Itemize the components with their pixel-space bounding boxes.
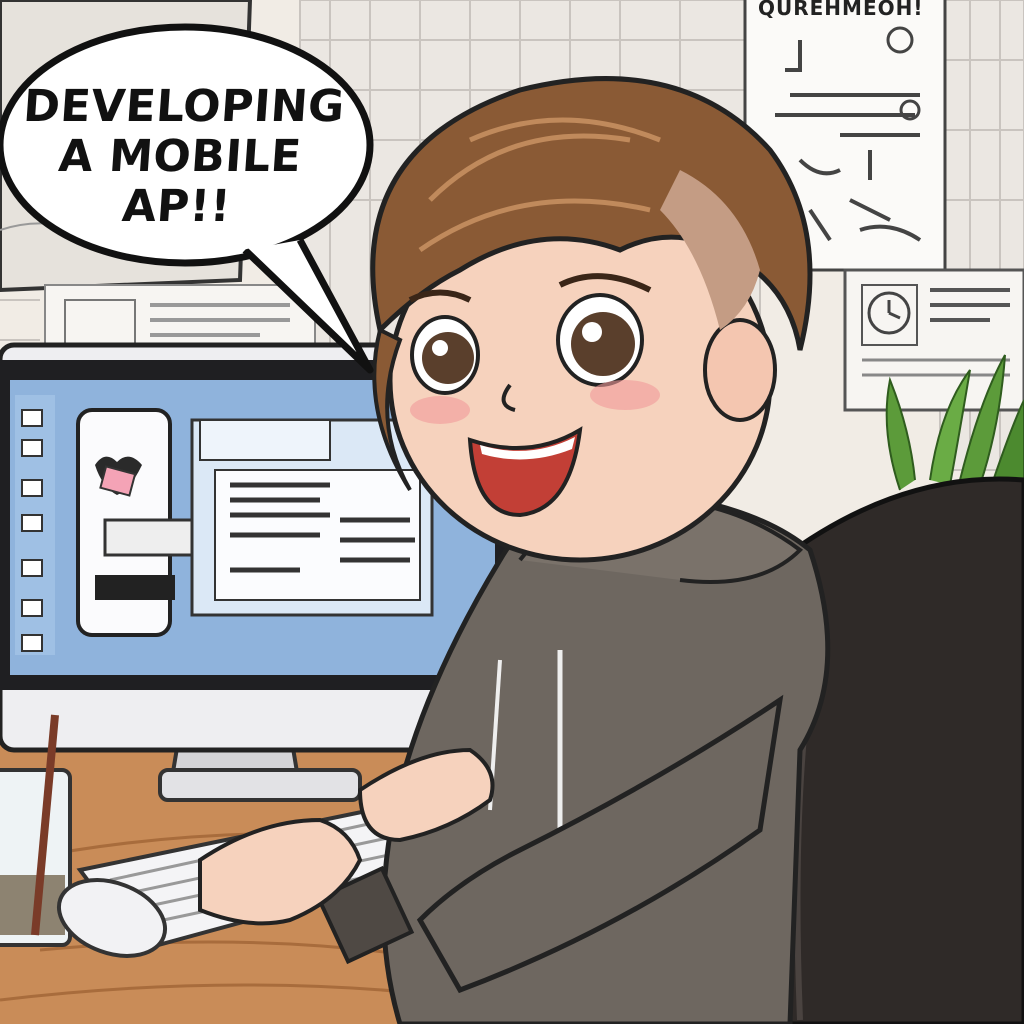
poster-header-text: QUREHMEOH!: [758, 0, 924, 20]
comic-scene: DEVELOPING A MOBILE AP!! QUREHMEOH!: [0, 0, 1024, 1024]
speech-bubble-text: DEVELOPING A MOBILE AP!!: [21, 81, 347, 232]
